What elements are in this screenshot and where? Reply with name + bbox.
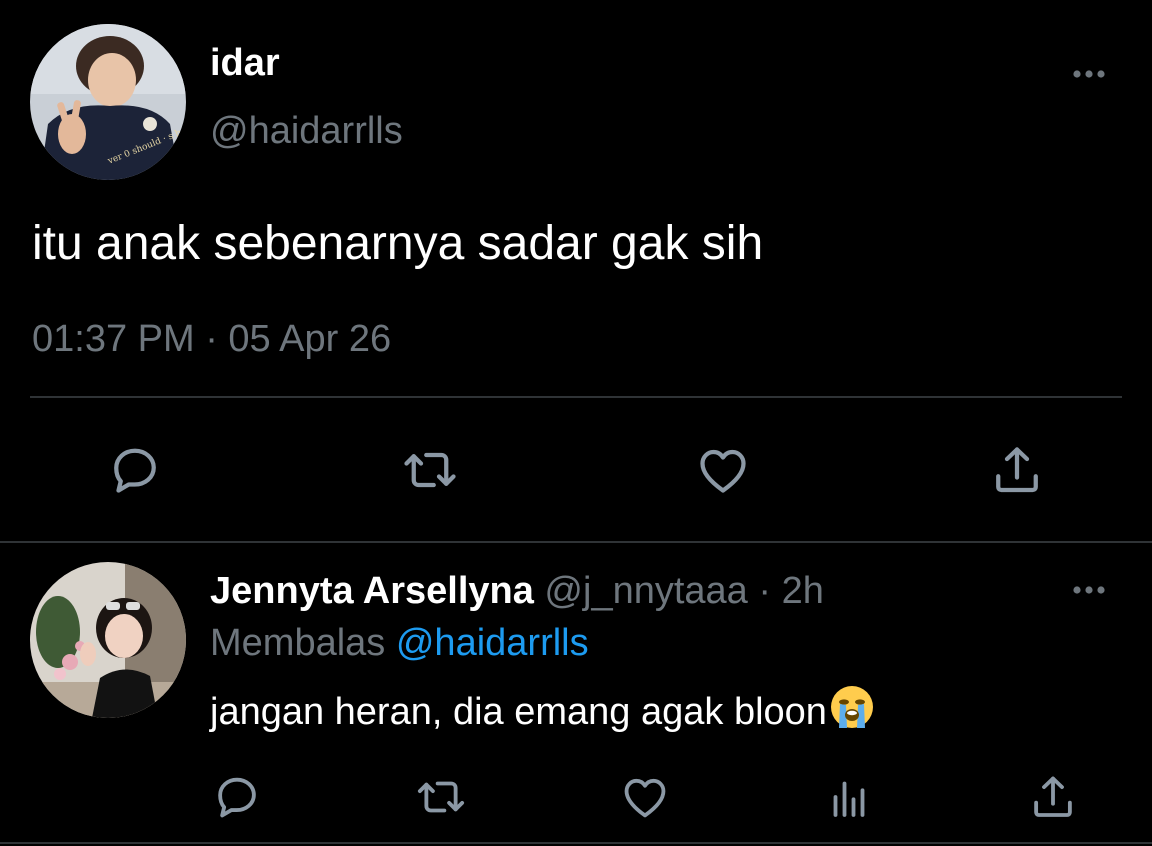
like-icon[interactable] [688,435,758,505]
reply-author-handle[interactable]: @j_nnytaaa [544,570,747,612]
reply-text-content: jangan heran, dia emang agak bloon [210,691,827,733]
like-icon[interactable] [610,762,680,832]
tweet-timestamp[interactable]: 01:37 PM · 05 Apr 26 [32,314,391,364]
replying-to: Membalas @haidarrlls [210,618,589,668]
author-name[interactable]: idar [210,40,280,86]
share-icon[interactable] [982,435,1052,505]
reply-time[interactable]: 2h [782,570,824,612]
more-options-icon[interactable] [1064,52,1114,96]
more-options-icon[interactable] [1064,570,1114,610]
replying-to-mention[interactable]: @haidarrlls [396,622,589,664]
avatar-photo [30,562,186,718]
reply-text: jangan heran, dia emang agak bloon [210,684,875,746]
retweet-icon[interactable] [395,435,465,505]
reply-header: Jennyta Arsellyna @j_nnytaaa · 2h [210,566,824,616]
retweet-icon[interactable] [406,762,476,832]
reply-author-avatar[interactable] [30,562,186,718]
separator-dot: · [758,570,772,612]
loudly-crying-face-icon [829,684,875,746]
reply-icon[interactable] [202,762,272,832]
replying-label: Membalas [210,622,386,664]
divider [0,541,1152,543]
tweet-text: itu anak sebenarnya sadar gak sih [32,217,764,270]
author-avatar[interactable]: ver 0 should · s be yourself [30,24,186,180]
author-handle[interactable]: @haidarrlls [210,108,403,154]
share-icon[interactable] [1018,762,1088,832]
reply-author-name[interactable]: Jennyta Arsellyna [210,570,534,612]
divider [0,842,1152,844]
reply-icon[interactable] [100,435,170,505]
divider [30,396,1122,398]
analytics-icon[interactable] [814,762,884,832]
